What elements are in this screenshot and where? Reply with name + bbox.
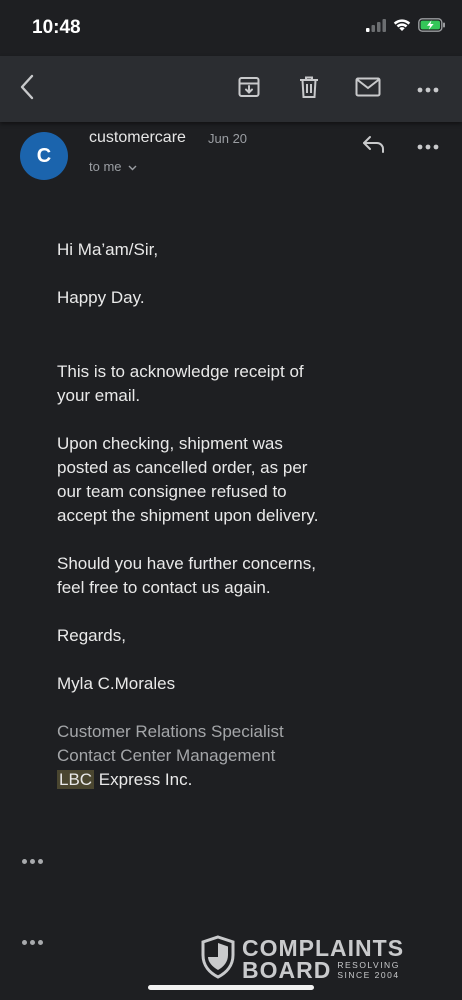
shield-icon	[200, 934, 236, 984]
email-body: Hi Ma’am/Sir, Happy Day. This is to ackn…	[57, 238, 427, 792]
avatar[interactable]: C	[20, 132, 68, 180]
closing: Regards,	[57, 626, 126, 645]
show-trimmed-content-button[interactable]	[22, 856, 44, 866]
back-button[interactable]	[12, 74, 42, 105]
body-line: our team consignee refused to	[57, 482, 287, 501]
signer-title: Customer Relations Specialist	[57, 722, 284, 741]
body-line: This is to acknowledge receipt of	[57, 362, 304, 381]
message-more-button[interactable]	[413, 132, 443, 160]
delete-button[interactable]	[294, 75, 324, 103]
archive-button[interactable]	[234, 75, 264, 103]
recipient-label: to me	[89, 159, 122, 174]
body-line: feel free to contact us again.	[57, 578, 271, 597]
status-icons	[366, 18, 446, 37]
mark-unread-icon	[355, 77, 381, 102]
archive-icon	[237, 75, 261, 104]
delete-icon	[298, 75, 320, 104]
email-date: Jun 20	[208, 131, 248, 146]
wifi-icon	[393, 18, 411, 37]
status-time: 10:48	[32, 17, 81, 38]
sender-name[interactable]: customercare	[89, 129, 186, 147]
signal-icon	[366, 18, 386, 37]
company-highlight: LBC	[57, 770, 95, 789]
body-line: accept the shipment upon delivery.	[57, 506, 319, 525]
body-line: Should you have further concerns,	[57, 554, 316, 573]
signer-name: Myla C.Morales	[57, 674, 176, 693]
show-more-button[interactable]	[22, 937, 44, 947]
email-toolbar	[0, 56, 462, 122]
battery-charging-icon	[418, 18, 446, 37]
company-name-rest: Express Inc.	[94, 770, 193, 789]
watermark-tag2: SINCE 2004	[337, 970, 400, 980]
watermark-line2: BOARD	[242, 957, 332, 983]
back-icon	[19, 74, 35, 105]
watermark-tag1: RESOLVING	[337, 960, 400, 970]
reply-icon	[361, 134, 387, 159]
body-line: posted as cancelled order, as per	[57, 458, 308, 477]
body-line: Upon checking, shipment was	[57, 434, 283, 453]
sender-header: C customercare Jun 20 to me	[0, 122, 462, 192]
body-line: Happy Day.	[57, 288, 145, 307]
watermark-line1: COMPLAINTS	[242, 935, 405, 961]
status-bar: 10:48	[0, 0, 462, 56]
signer-department: Contact Center Management	[57, 746, 276, 765]
watermark-text: COMPLAINTS BOARD RESOLVING SINCE 2004	[242, 935, 405, 983]
greeting: Hi Ma’am/Sir,	[57, 240, 159, 259]
chevron-down-icon	[128, 159, 137, 174]
more-icon	[417, 137, 439, 155]
watermark-logo: COMPLAINTS BOARD RESOLVING SINCE 2004	[200, 934, 420, 984]
body-line: your email.	[57, 386, 141, 405]
recipient-details-toggle[interactable]: to me	[89, 159, 137, 174]
signer-company: LBC Express Inc.	[57, 768, 427, 792]
home-indicator[interactable]	[148, 985, 314, 990]
more-icon	[417, 80, 439, 98]
more-options-button[interactable]	[413, 75, 443, 103]
mark-unread-button[interactable]	[353, 75, 383, 103]
reply-button[interactable]	[358, 132, 390, 160]
